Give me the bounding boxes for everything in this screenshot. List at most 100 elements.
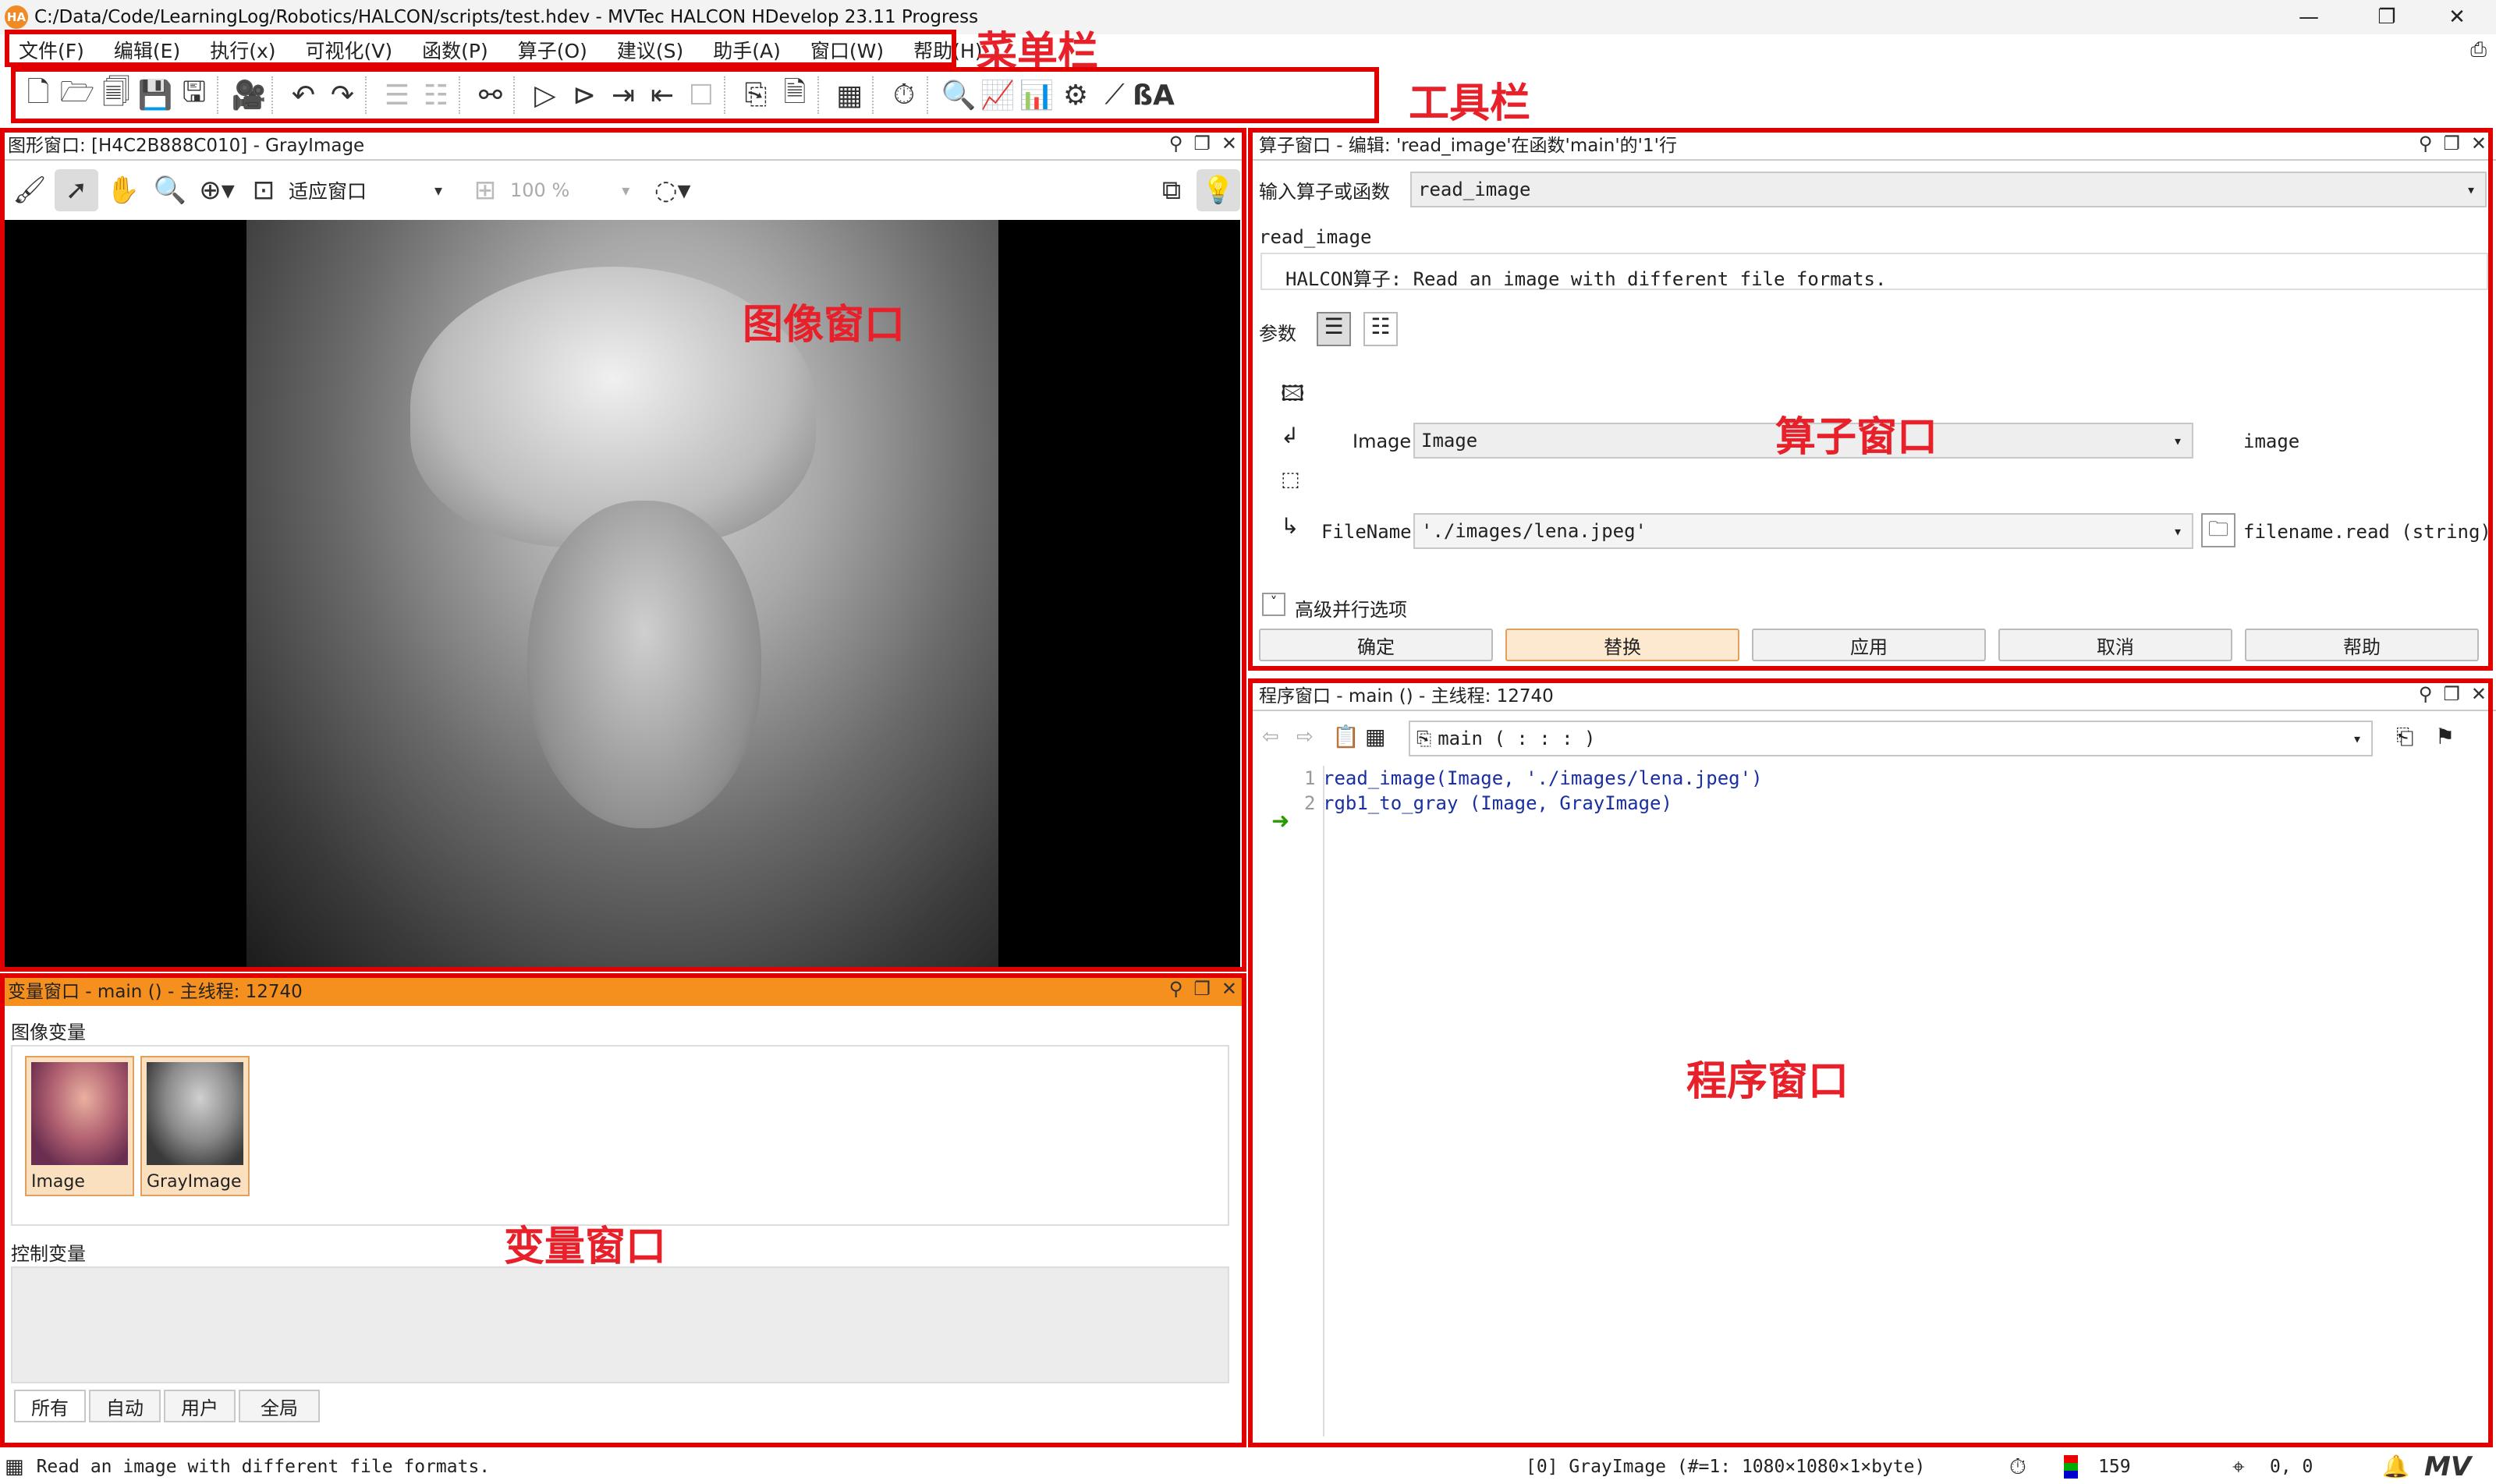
layers-icon[interactable]: ⧉ [1150, 169, 1193, 211]
bell-icon[interactable]: 🔔 [2382, 1454, 2409, 1479]
list-view-icon[interactable]: ☰ [1317, 312, 1351, 346]
fit-dropdown-icon[interactable]: ▾ [417, 169, 460, 211]
clipboard-icon[interactable]: 📋 [1332, 724, 1360, 749]
feature-inspection-icon[interactable]: ⚙ [1056, 73, 1095, 117]
procedure-edit-icon[interactable]: ⎗ [2396, 724, 2413, 750]
fit-window-icon[interactable]: ⊡ [242, 169, 285, 211]
menu-visualization[interactable]: 可视化(V) [287, 36, 404, 64]
new-file-icon[interactable]: 🗋 [19, 73, 58, 117]
float-icon[interactable]: ❐ [1193, 978, 1211, 1000]
close-icon[interactable]: ✕ [1221, 133, 1237, 154]
lightbulb-icon[interactable]: 💡 [1197, 169, 1240, 211]
code-line[interactable]: rgb1_to_gray (Image, GrayImage) [1323, 792, 1672, 814]
menu-suggestions[interactable]: 建议(S) [598, 36, 694, 64]
output-arrow-icon: ↲ [1281, 423, 1299, 448]
pointer-icon[interactable]: ➚ [55, 169, 98, 211]
replace-button[interactable]: 替换 [1505, 629, 1739, 661]
close-icon[interactable]: ✕ [2471, 683, 2487, 705]
close-button[interactable]: ✕ [2434, 3, 2480, 31]
back-arrow-icon[interactable]: ⇦ [1262, 725, 1279, 749]
fit-window-label[interactable]: 适应窗口 [289, 176, 367, 204]
tab-auto[interactable]: 自动 [89, 1390, 161, 1422]
chevron-down-icon[interactable]: ▾ [2466, 180, 2476, 199]
stopwatch-icon[interactable]: ⏱ [2009, 1454, 2026, 1480]
histogram-icon[interactable]: 📈 [978, 73, 1017, 117]
ok-button[interactable]: 确定 [1259, 629, 1493, 661]
step-over-icon[interactable]: ⊳ [565, 73, 604, 117]
procedure-select[interactable]: ⎘ main ( : : : ) ▾ [1409, 721, 2373, 756]
chevron-down-icon[interactable]: ▾ [2352, 729, 2362, 748]
undo-icon[interactable]: ↶ [284, 73, 323, 117]
close-icon[interactable]: ✕ [1221, 978, 1237, 1000]
chevron-down-icon[interactable]: ▾ [2173, 431, 2182, 450]
reset-variables-icon[interactable]: 🗎 [775, 73, 814, 117]
step-into-icon[interactable]: ⇥ [604, 73, 643, 117]
stop-icon[interactable]: ☐ [682, 73, 721, 117]
menu-execute[interactable]: 执行(x) [191, 36, 286, 64]
pin-icon[interactable]: ⚲ [1169, 133, 1183, 154]
maximize-button[interactable]: ❐ [2363, 3, 2410, 31]
delete-line-icon[interactable]: ☷ [417, 73, 456, 117]
menu-edit[interactable]: 编辑(E) [95, 36, 191, 64]
find-binoculars-icon[interactable]: ⚯ [471, 73, 510, 117]
table-view-icon[interactable]: ☷ [1363, 312, 1398, 346]
zoom-icon[interactable]: 🔍 [939, 73, 978, 117]
zoom-in-icon[interactable]: ⊕▾ [195, 169, 239, 211]
advanced-options-label[interactable]: 高级并行选项 [1295, 594, 1407, 622]
chevron-down-icon[interactable]: ˅ [1262, 593, 1285, 616]
clear-brush-icon[interactable]: 🖌 [8, 169, 51, 211]
open-file-icon[interactable]: 🗁 [58, 73, 97, 117]
float-icon[interactable]: ❐ [2443, 133, 2460, 154]
tab-global[interactable]: 全局 [239, 1390, 320, 1422]
cancel-button[interactable]: 取消 [1998, 629, 2232, 661]
help-button[interactable]: 帮助 [2245, 629, 2479, 661]
grayimage-var-name: GrayImage [147, 1172, 242, 1192]
screenshot-icon[interactable]: ⎙ [2470, 38, 2487, 62]
folder-icon[interactable]: 🗀 [2201, 513, 2235, 547]
ocr-font-icon[interactable]: ßA [1133, 73, 1175, 117]
tab-user[interactable]: 用户 [164, 1390, 236, 1422]
close-icon[interactable]: ✕ [2471, 133, 2487, 154]
float-icon[interactable]: ❐ [1193, 133, 1211, 154]
feature-histogram-icon[interactable]: 📊 [1017, 73, 1056, 117]
reset-program-icon[interactable]: ⎘ [736, 73, 775, 117]
pin-icon[interactable]: ⚲ [2419, 683, 2433, 705]
menu-operators[interactable]: 算子(O) [499, 36, 598, 64]
gray-histogram-icon[interactable]: ▦ [830, 73, 869, 117]
zoom-level[interactable]: 100 % [510, 179, 569, 201]
draw-mode-icon[interactable]: ◌▾ [651, 169, 694, 211]
step-out-icon[interactable]: ⇤ [643, 73, 682, 117]
save-all-icon[interactable]: 🖫 [175, 73, 214, 117]
minimize-button[interactable]: — [2285, 3, 2332, 31]
apply-button[interactable]: 应用 [1752, 629, 1986, 661]
clear-marker-icon[interactable]: ⚑ [2435, 724, 2455, 749]
grid-view-icon[interactable]: ▦ [1365, 724, 1385, 749]
open-example-icon[interactable]: 🗐 [97, 73, 136, 117]
profiler-stopwatch-icon[interactable]: ⏱ [885, 73, 924, 117]
run-icon[interactable]: ▷ [526, 73, 565, 117]
menu-assistants[interactable]: 助手(A) [694, 36, 792, 64]
pin-icon[interactable]: ⚲ [2419, 133, 2433, 154]
menu-procedures[interactable]: 函数(P) [403, 36, 499, 64]
chevron-down-icon[interactable]: ▾ [2173, 522, 2182, 540]
pan-hand-icon[interactable]: ✋ [101, 169, 145, 211]
zoom-dropdown-icon[interactable]: ▾ [604, 169, 647, 211]
line-profile-icon[interactable]: ⟋ [1095, 73, 1134, 117]
pin-icon[interactable]: ⚲ [1169, 978, 1183, 1000]
code-line[interactable]: read_image(Image, './images/lena.jpeg') [1323, 767, 1763, 789]
menu-file[interactable]: 文件(F) [0, 36, 95, 64]
forward-arrow-icon[interactable]: ⇨ [1296, 725, 1314, 749]
camera-icon[interactable]: 🎥 [229, 73, 268, 117]
save-icon[interactable]: 💾 [136, 73, 175, 117]
float-icon[interactable]: ❐ [2443, 683, 2460, 705]
tab-all[interactable]: 所有 [14, 1390, 86, 1422]
magnifier-icon[interactable]: 🔍 [148, 169, 192, 211]
param2-input[interactable]: './images/lena.jpeg' ▾ [1413, 513, 2193, 549]
grayimage-var-thumbnail[interactable]: GrayImage [140, 1056, 250, 1196]
insert-line-icon[interactable]: ☰ [378, 73, 417, 117]
image-canvas[interactable] [5, 220, 1240, 967]
image-var-thumbnail[interactable]: Image [25, 1056, 134, 1196]
operator-input-field[interactable]: read_image ▾ [1410, 172, 2487, 207]
redo-icon[interactable]: ↷ [323, 73, 362, 117]
menu-window[interactable]: 窗口(W) [792, 36, 895, 64]
